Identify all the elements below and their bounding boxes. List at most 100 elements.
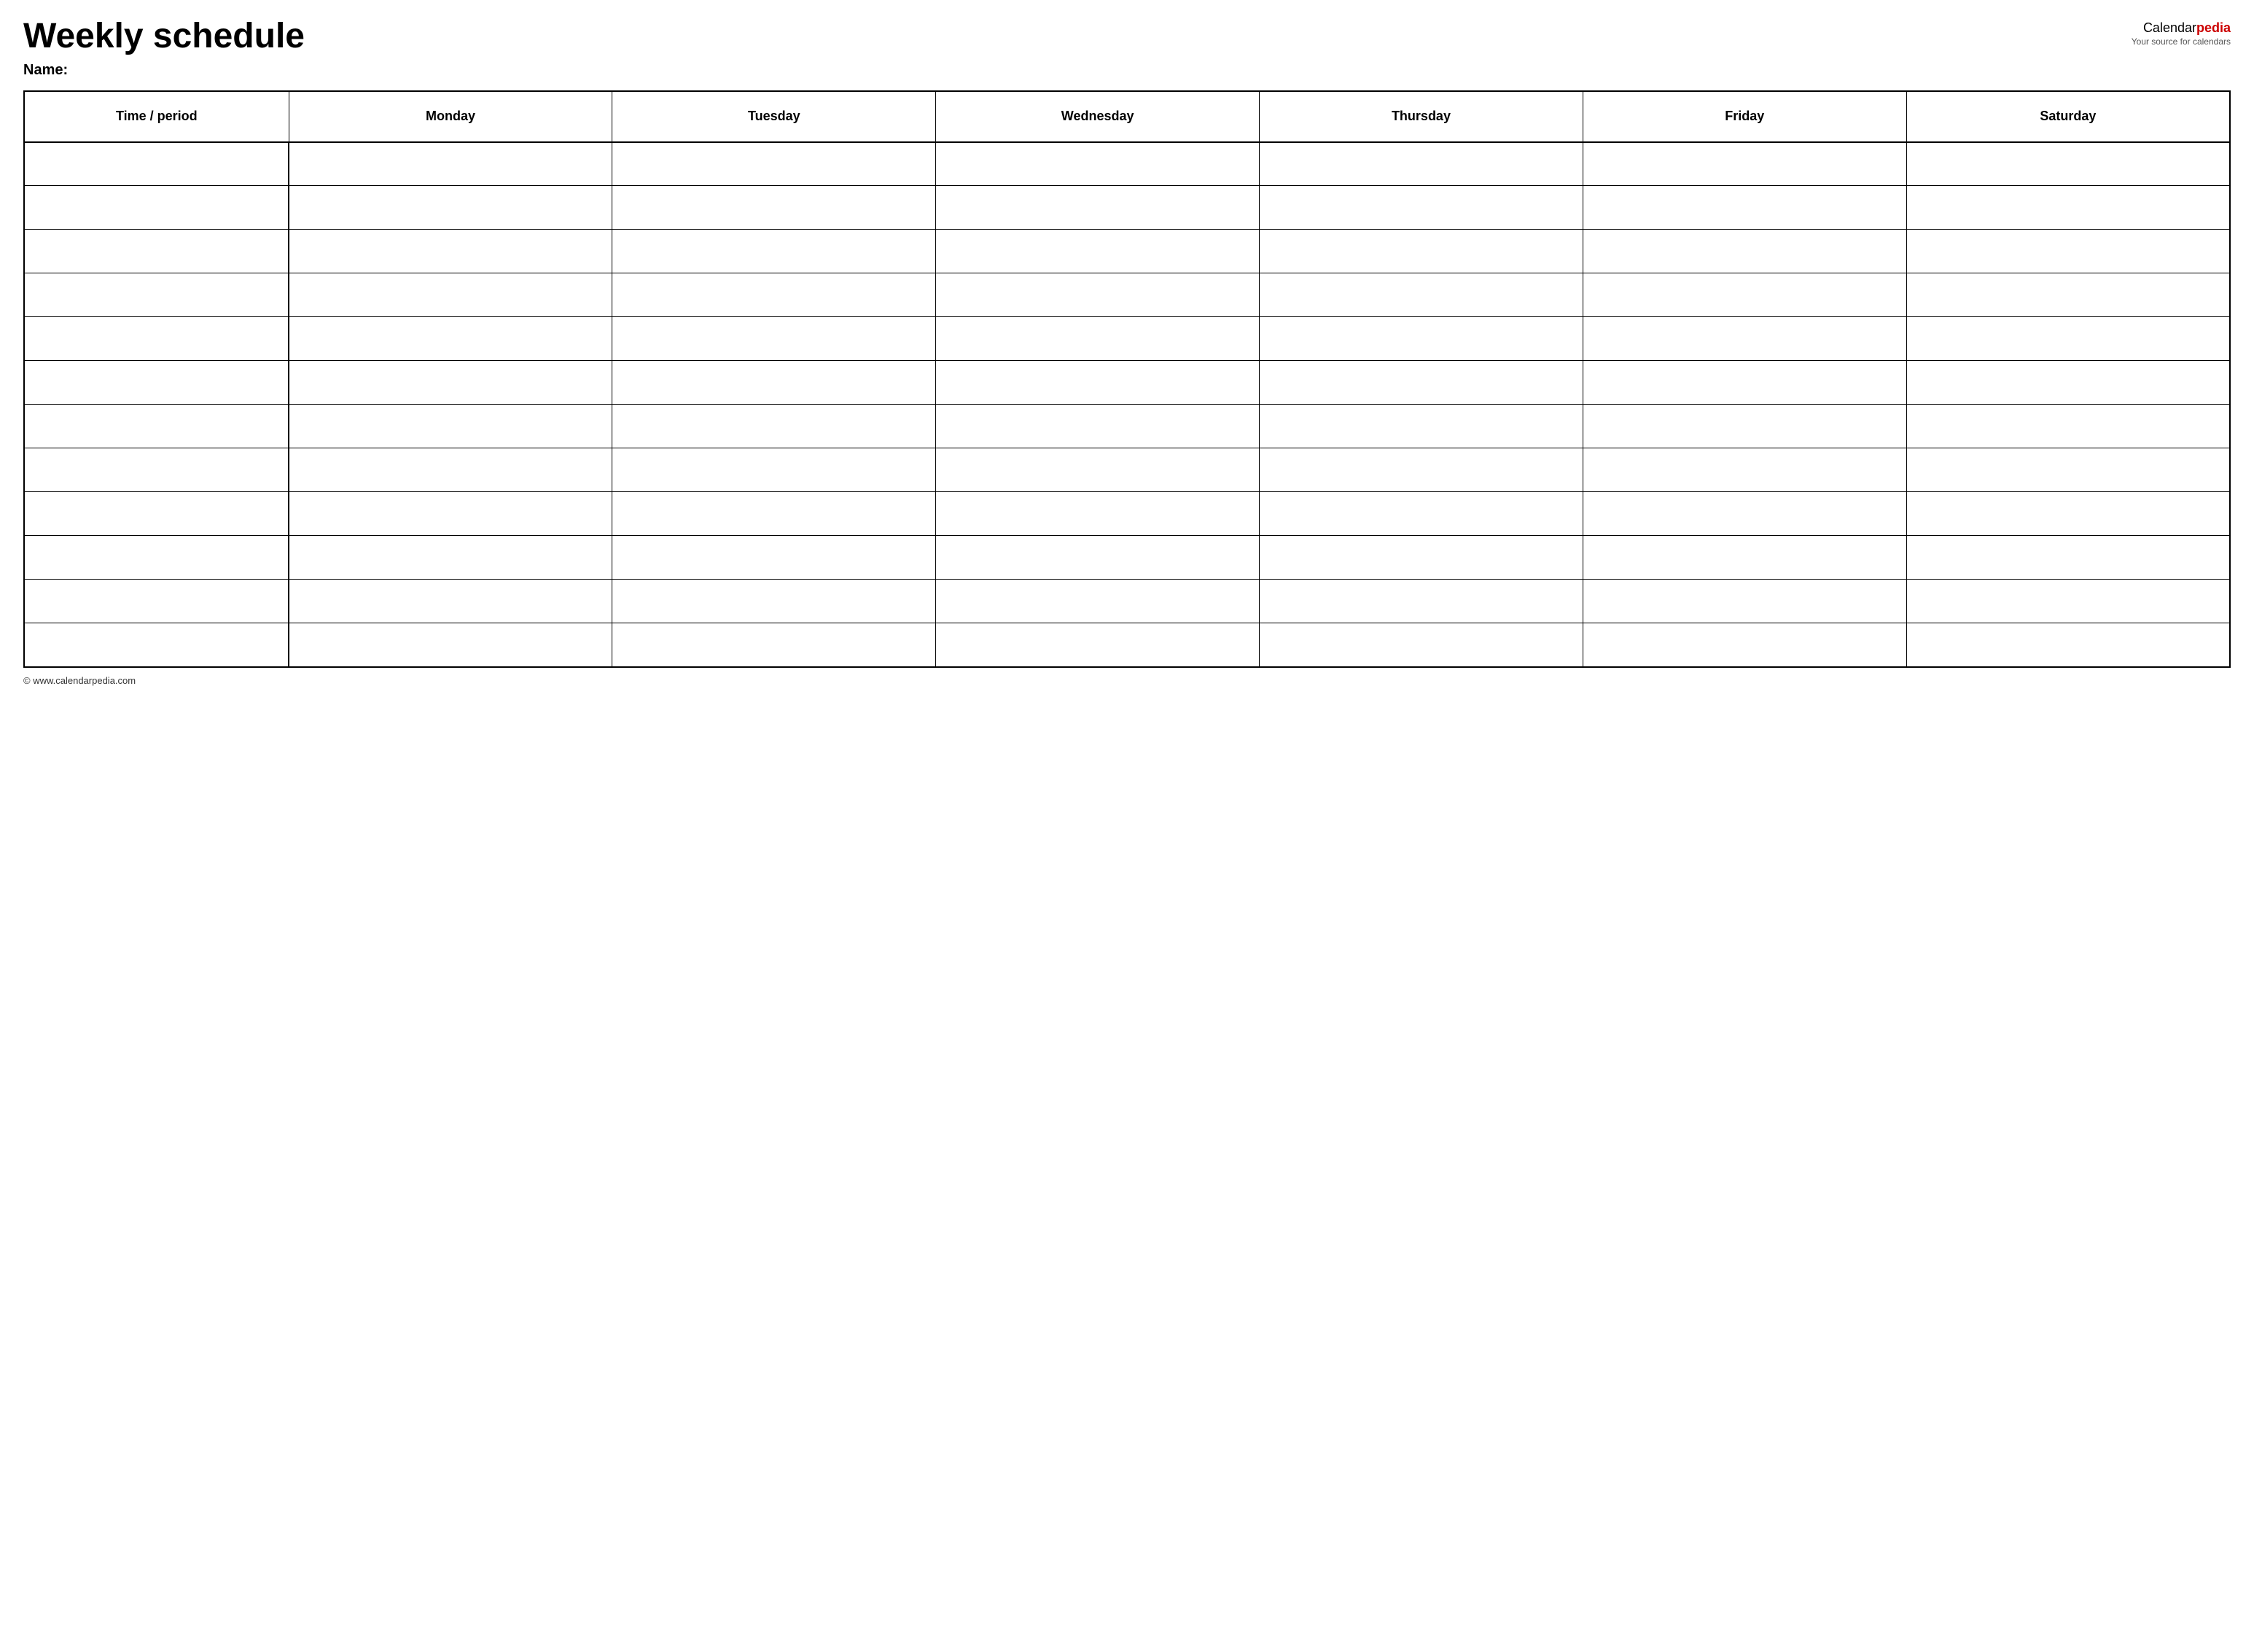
time-cell[interactable] — [24, 186, 289, 230]
footer-text: © www.calendarpedia.com — [23, 675, 136, 686]
schedule-cell[interactable] — [936, 142, 1260, 186]
schedule-cell[interactable] — [612, 186, 936, 230]
schedule-cell[interactable] — [1260, 448, 1583, 492]
schedule-cell[interactable] — [612, 623, 936, 667]
header-time-period: Time / period — [24, 91, 289, 142]
schedule-cell[interactable] — [1906, 273, 2230, 317]
schedule-cell[interactable] — [936, 623, 1260, 667]
schedule-cell[interactable] — [1906, 230, 2230, 273]
schedule-cell[interactable] — [1906, 580, 2230, 623]
schedule-cell[interactable] — [289, 536, 612, 580]
header-tuesday: Tuesday — [612, 91, 936, 142]
schedule-cell[interactable] — [1583, 230, 1906, 273]
schedule-cell[interactable] — [1260, 230, 1583, 273]
logo-subtitle: Your source for calendars — [2132, 36, 2231, 47]
schedule-cell[interactable] — [1906, 142, 2230, 186]
schedule-cell[interactable] — [1583, 317, 1906, 361]
schedule-cell[interactable] — [289, 448, 612, 492]
table-row — [24, 623, 2230, 667]
time-cell[interactable] — [24, 142, 289, 186]
schedule-cell[interactable] — [1583, 492, 1906, 536]
table-row — [24, 317, 2230, 361]
schedule-cell[interactable] — [289, 492, 612, 536]
time-cell[interactable] — [24, 536, 289, 580]
header-friday: Friday — [1583, 91, 1906, 142]
schedule-cell[interactable] — [612, 405, 936, 448]
schedule-cell[interactable] — [1583, 142, 1906, 186]
time-cell[interactable] — [24, 317, 289, 361]
time-cell[interactable] — [24, 273, 289, 317]
schedule-cell[interactable] — [1906, 186, 2230, 230]
schedule-cell[interactable] — [1260, 317, 1583, 361]
schedule-cell[interactable] — [1906, 405, 2230, 448]
schedule-cell[interactable] — [1583, 448, 1906, 492]
schedule-cell[interactable] — [1583, 361, 1906, 405]
schedule-cell[interactable] — [1906, 536, 2230, 580]
schedule-cell[interactable] — [1906, 448, 2230, 492]
schedule-cell[interactable] — [936, 580, 1260, 623]
footer: © www.calendarpedia.com — [23, 675, 2231, 686]
schedule-cell[interactable] — [612, 361, 936, 405]
schedule-cell[interactable] — [289, 361, 612, 405]
logo-pedia: pedia — [2196, 20, 2231, 35]
schedule-cell[interactable] — [1906, 361, 2230, 405]
schedule-cell[interactable] — [936, 405, 1260, 448]
schedule-cell[interactable] — [1906, 492, 2230, 536]
schedule-cell[interactable] — [289, 405, 612, 448]
table-row — [24, 142, 2230, 186]
schedule-cell[interactable] — [1260, 405, 1583, 448]
logo-text: Calendarpedia — [2132, 20, 2231, 36]
schedule-cell[interactable] — [1583, 273, 1906, 317]
schedule-cell[interactable] — [1260, 580, 1583, 623]
schedule-cell[interactable] — [289, 623, 612, 667]
schedule-cell[interactable] — [1583, 580, 1906, 623]
schedule-cell[interactable] — [612, 273, 936, 317]
schedule-cell[interactable] — [1260, 186, 1583, 230]
schedule-cell[interactable] — [1583, 623, 1906, 667]
schedule-cell[interactable] — [936, 448, 1260, 492]
schedule-cell[interactable] — [1260, 273, 1583, 317]
schedule-cell[interactable] — [1260, 536, 1583, 580]
time-cell[interactable] — [24, 448, 289, 492]
schedule-cell[interactable] — [936, 273, 1260, 317]
schedule-cell[interactable] — [289, 273, 612, 317]
time-cell[interactable] — [24, 230, 289, 273]
schedule-cell[interactable] — [612, 142, 936, 186]
time-cell[interactable] — [24, 580, 289, 623]
schedule-cell[interactable] — [936, 317, 1260, 361]
schedule-cell[interactable] — [612, 230, 936, 273]
time-cell[interactable] — [24, 405, 289, 448]
schedule-cell[interactable] — [936, 536, 1260, 580]
schedule-cell[interactable] — [1906, 623, 2230, 667]
table-row — [24, 448, 2230, 492]
schedule-cell[interactable] — [612, 448, 936, 492]
schedule-cell[interactable] — [612, 536, 936, 580]
schedule-cell[interactable] — [1583, 536, 1906, 580]
table-row — [24, 273, 2230, 317]
schedule-cell[interactable] — [612, 580, 936, 623]
schedule-cell[interactable] — [1260, 492, 1583, 536]
schedule-cell[interactable] — [612, 317, 936, 361]
schedule-cell[interactable] — [289, 186, 612, 230]
schedule-cell[interactable] — [612, 492, 936, 536]
schedule-cell[interactable] — [289, 580, 612, 623]
schedule-cell[interactable] — [1260, 623, 1583, 667]
table-row — [24, 580, 2230, 623]
schedule-cell[interactable] — [936, 186, 1260, 230]
schedule-cell[interactable] — [1583, 405, 1906, 448]
schedule-cell[interactable] — [936, 361, 1260, 405]
time-cell[interactable] — [24, 361, 289, 405]
schedule-cell[interactable] — [289, 230, 612, 273]
schedule-cell[interactable] — [289, 317, 612, 361]
schedule-cell[interactable] — [936, 492, 1260, 536]
time-cell[interactable] — [24, 492, 289, 536]
schedule-cell[interactable] — [1906, 317, 2230, 361]
name-label: Name: — [23, 62, 2231, 79]
schedule-cell[interactable] — [1583, 186, 1906, 230]
time-cell[interactable] — [24, 623, 289, 667]
schedule-cell[interactable] — [1260, 142, 1583, 186]
schedule-cell[interactable] — [289, 142, 612, 186]
schedule-cell[interactable] — [1260, 361, 1583, 405]
table-row — [24, 405, 2230, 448]
schedule-cell[interactable] — [936, 230, 1260, 273]
